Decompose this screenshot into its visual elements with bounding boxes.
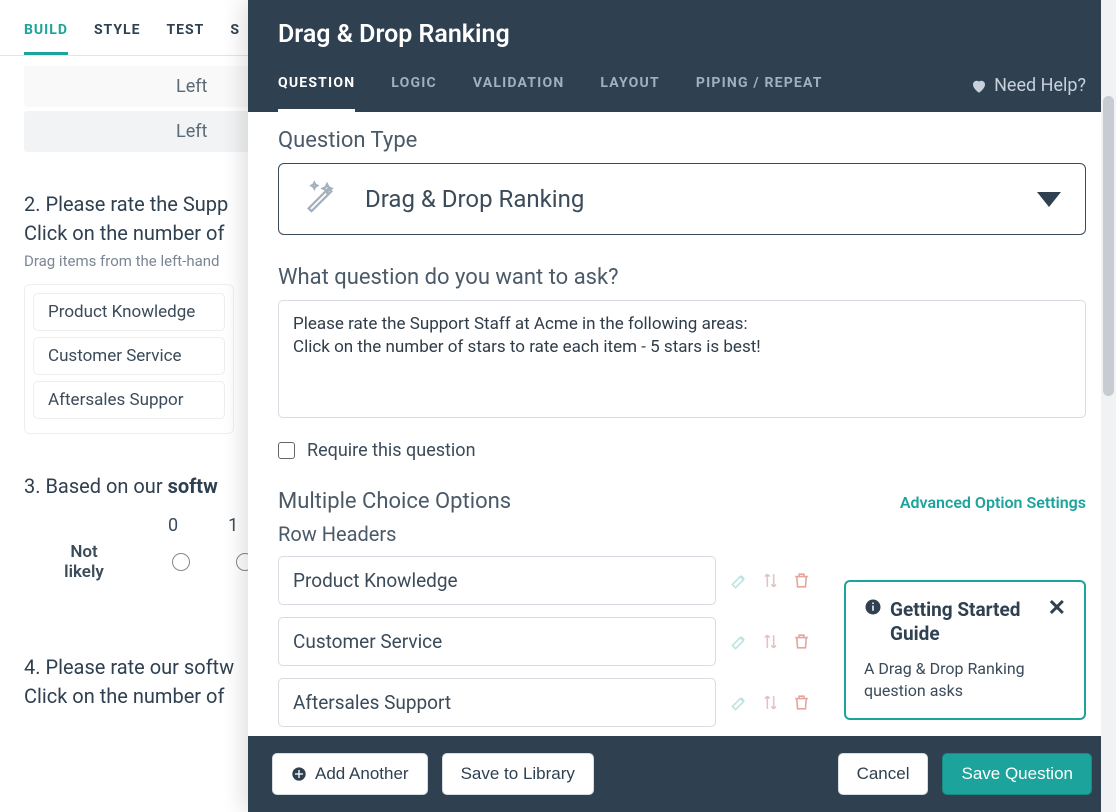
edit-icon[interactable] xyxy=(730,571,749,590)
tab-build[interactable]: BUILD xyxy=(24,12,68,55)
scale-num: 1 xyxy=(228,515,238,536)
scrollbar[interactable] xyxy=(1101,0,1116,812)
advanced-option-settings-link[interactable]: Advanced Option Settings xyxy=(900,493,1086,512)
save-to-library-label: Save to Library xyxy=(461,764,575,784)
tab-test[interactable]: TEST xyxy=(166,12,204,55)
q1-row-label: Left xyxy=(176,121,207,142)
close-icon[interactable]: ✕ xyxy=(1048,598,1066,620)
question-type-name: Drag & Drop Ranking xyxy=(365,185,1009,213)
need-help-label: Need Help? xyxy=(994,75,1086,96)
tab-validation[interactable]: VALIDATION xyxy=(473,59,565,112)
info-icon xyxy=(864,598,882,620)
plus-circle-icon xyxy=(291,766,307,782)
modal-title: Drag & Drop Ranking xyxy=(278,20,1086,49)
list-item[interactable]: Product Knowledge xyxy=(33,293,225,331)
question-type-select[interactable]: Drag & Drop Ranking xyxy=(278,163,1086,235)
trash-icon[interactable] xyxy=(792,571,811,590)
trash-icon[interactable] xyxy=(792,632,811,651)
modal-tabs: QUESTION LOGIC VALIDATION LAYOUT PIPING … xyxy=(278,59,823,112)
tab-question[interactable]: QUESTION xyxy=(278,59,355,112)
gs-body: A Drag & Drop Ranking question asks xyxy=(864,658,1066,703)
save-question-label: Save Question xyxy=(961,764,1073,784)
modal-body: Question Type Drag & Drop Ranking What q… xyxy=(248,112,1116,736)
sort-icon[interactable] xyxy=(761,693,780,712)
scale-label: Not likely xyxy=(24,542,144,583)
tab-layout[interactable]: LAYOUT xyxy=(600,59,659,112)
add-another-button[interactable]: Add Another xyxy=(272,753,428,795)
sort-icon[interactable] xyxy=(761,632,780,651)
sort-icon[interactable] xyxy=(761,571,780,590)
question-editor-modal: Drag & Drop Ranking QUESTION LOGIC VALID… xyxy=(248,0,1116,812)
option-input[interactable] xyxy=(278,617,716,666)
require-checkbox[interactable] xyxy=(278,442,295,459)
q2-items-box: Product Knowledge Customer Service After… xyxy=(24,284,234,434)
tab-style[interactable]: STYLE xyxy=(94,12,141,55)
modal-header: Drag & Drop Ranking QUESTION LOGIC VALID… xyxy=(248,0,1116,112)
edit-icon[interactable] xyxy=(730,693,749,712)
edit-icon[interactable] xyxy=(730,632,749,651)
heart-icon xyxy=(970,77,988,95)
wand-icon xyxy=(303,180,337,218)
save-question-button[interactable]: Save Question xyxy=(942,753,1092,795)
option-input[interactable] xyxy=(278,678,716,727)
cancel-button[interactable]: Cancel xyxy=(838,753,929,795)
caret-down-icon xyxy=(1037,192,1061,207)
mco-section-label: Multiple Choice Options xyxy=(278,489,511,514)
save-to-library-button[interactable]: Save to Library xyxy=(442,753,594,795)
tab-extra[interactable]: S xyxy=(230,12,240,55)
scale-num: 0 xyxy=(168,515,178,536)
scrollbar-thumb[interactable] xyxy=(1103,96,1114,396)
tab-piping[interactable]: PIPING / REPEAT xyxy=(696,59,823,112)
getting-started-panel: Getting Started Guide ✕ A Drag & Drop Ra… xyxy=(844,580,1086,720)
require-label: Require this question xyxy=(307,440,476,461)
q3-title-bold: softw xyxy=(168,474,218,498)
option-input[interactable] xyxy=(278,556,716,605)
cancel-label: Cancel xyxy=(857,764,910,784)
tab-logic[interactable]: LOGIC xyxy=(391,59,437,112)
list-item[interactable]: Aftersales Suppor xyxy=(33,381,225,419)
q3-title-prefix: 3. Based on our xyxy=(24,474,168,498)
radio-icon[interactable] xyxy=(172,553,190,571)
trash-icon[interactable] xyxy=(792,693,811,712)
need-help-link[interactable]: Need Help? xyxy=(970,75,1086,96)
gs-title: Getting Started Guide xyxy=(890,598,1040,646)
row-headers-label: Row Headers xyxy=(278,522,1086,546)
question-text-input[interactable] xyxy=(278,300,1086,418)
list-item[interactable]: Customer Service xyxy=(33,337,225,375)
add-another-label: Add Another xyxy=(315,764,409,784)
question-text-label: What question do you want to ask? xyxy=(278,265,1086,290)
modal-footer: Add Another Save to Library Cancel Save … xyxy=(248,736,1116,812)
question-type-label: Question Type xyxy=(278,128,1086,153)
q1-row-label: Left xyxy=(176,76,207,97)
